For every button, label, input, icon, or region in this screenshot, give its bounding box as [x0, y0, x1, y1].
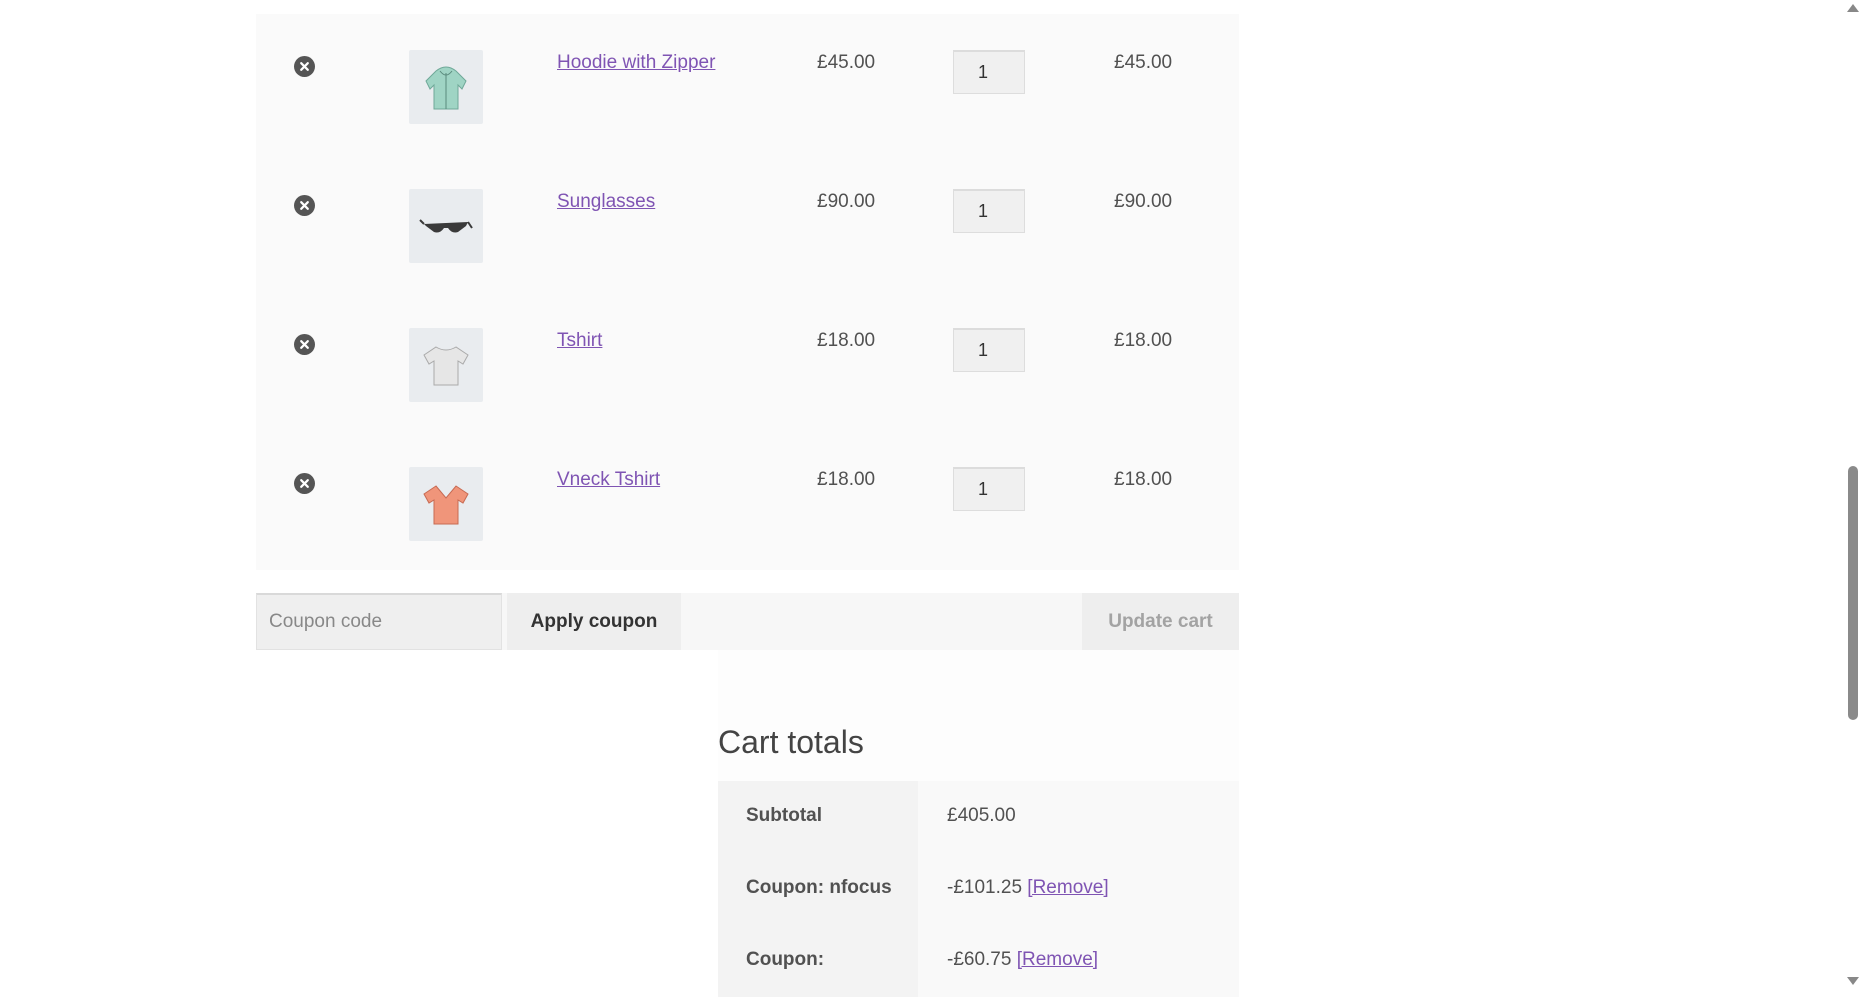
product-price: £45.00 — [817, 52, 876, 73]
remove-item-icon[interactable] — [294, 195, 315, 216]
totals-amount: £405.00 — [947, 805, 1016, 826]
vneck-tshirt-icon[interactable] — [409, 467, 483, 541]
totals-label: Subtotal — [718, 781, 918, 853]
quantity-input[interactable]: 1 — [953, 328, 1025, 372]
scrollbar-thumb[interactable] — [1848, 466, 1858, 720]
product-subtotal: £18.00 — [1114, 330, 1173, 351]
coupon-code-input[interactable]: Coupon code — [256, 593, 502, 650]
totals-value: -£60.75 [Remove] — [918, 925, 1239, 997]
remove-item-icon[interactable] — [294, 334, 315, 355]
cart-row: Hoodie with Zipper £45.00 1 £45.00 — [256, 14, 1239, 153]
cart-totals: Cart totals Subtotal £405.00 Coupon: nfo… — [718, 650, 1239, 997]
remove-item-icon[interactable] — [294, 473, 315, 494]
quantity-input[interactable]: 1 — [953, 467, 1025, 511]
totals-value: £405.00 — [918, 781, 1239, 853]
cart-row: Sunglasses £90.00 1 £90.00 — [256, 153, 1239, 292]
product-price: £18.00 — [817, 469, 876, 490]
totals-label: Coupon: nfocus — [718, 853, 918, 925]
product-link[interactable]: Sunglasses — [557, 191, 655, 213]
hoodie-icon[interactable] — [409, 50, 483, 124]
cart-table: Hoodie with Zipper £45.00 1 £45.00 Sungl… — [256, 0, 1239, 570]
totals-amount: -£101.25 — [947, 877, 1023, 898]
product-price: £90.00 — [817, 191, 876, 212]
cart-actions: Coupon code Apply coupon Update cart — [256, 593, 1239, 650]
scroll-down-icon[interactable] — [1847, 977, 1859, 985]
scrollbar[interactable] — [1845, 0, 1860, 989]
apply-coupon-button[interactable]: Apply coupon — [507, 593, 681, 650]
cart-totals-title: Cart totals — [718, 724, 864, 760]
totals-label: Coupon: — [718, 925, 918, 997]
totals-row-coupon: Coupon: nfocus -£101.25 [Remove] — [718, 853, 1239, 925]
totals-row-coupon: Coupon: -£60.75 [Remove] — [718, 925, 1239, 997]
remove-item-icon[interactable] — [294, 56, 315, 77]
scroll-up-icon[interactable] — [1847, 4, 1859, 12]
product-subtotal: £90.00 — [1114, 191, 1173, 212]
cart-row: Vneck Tshirt £18.00 1 £18.00 — [256, 431, 1239, 570]
product-price: £18.00 — [817, 330, 876, 351]
product-link[interactable]: Vneck Tshirt — [557, 469, 660, 491]
quantity-input[interactable]: 1 — [953, 50, 1025, 94]
cart-row: Tshirt £18.00 1 £18.00 — [256, 292, 1239, 431]
update-cart-button[interactable]: Update cart — [1082, 593, 1239, 650]
product-subtotal: £45.00 — [1114, 52, 1173, 73]
quantity-input[interactable]: 1 — [953, 189, 1025, 233]
remove-coupon-link[interactable]: [Remove] — [1017, 949, 1098, 970]
sunglasses-icon[interactable] — [409, 189, 483, 263]
totals-row-subtotal: Subtotal £405.00 — [718, 781, 1239, 853]
totals-amount: -£60.75 — [947, 949, 1012, 970]
product-subtotal: £18.00 — [1114, 469, 1173, 490]
totals-value: -£101.25 [Remove] — [918, 853, 1239, 925]
tshirt-icon[interactable] — [409, 328, 483, 402]
product-link[interactable]: Hoodie with Zipper — [557, 52, 715, 74]
product-link[interactable]: Tshirt — [557, 330, 602, 352]
remove-coupon-link[interactable]: [Remove] — [1027, 877, 1108, 898]
